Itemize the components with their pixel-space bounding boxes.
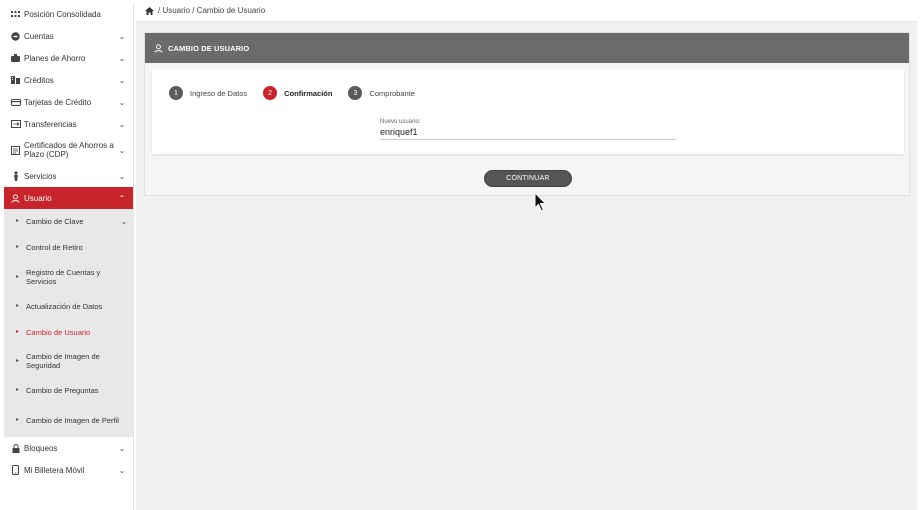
building-icon	[10, 75, 21, 86]
card-icon	[10, 97, 21, 108]
sidebar-item-posicion-consolidada[interactable]: Posición Consolidada	[4, 3, 133, 25]
submenu-item-registro-de-cuentas[interactable]: ▸ Registro de Cuentas y Servicios	[4, 261, 133, 293]
bullet-icon: ▸	[16, 273, 20, 280]
field-label: Nuevo usuario:	[380, 119, 421, 125]
step-confirmacion: 2 Confirmación	[263, 86, 332, 100]
panel-header: CAMBIO DE USUARIO	[145, 33, 909, 63]
sidebar-item-servicios[interactable]: Servicios ⌄	[4, 165, 133, 187]
bullet-icon: ▸	[16, 217, 20, 224]
submenu-item-label: Actualización de Datos	[26, 301, 103, 311]
submenu-item-cambio-de-imagen-de-seguridad[interactable]: ▸ Cambio de Imagen de Seguridad	[4, 345, 133, 377]
stepper: 1 Ingreso de Datos 2 Confirmación 3 Comp…	[169, 86, 431, 100]
bullet-icon: ▸	[16, 302, 20, 309]
bullet-icon: ▸	[16, 386, 20, 393]
chevron-down-icon: ⌄	[118, 145, 126, 155]
sidebar-item-label: Transferencias	[24, 119, 77, 129]
sidebar-item-transferencias[interactable]: Transferencias ⌄	[4, 113, 133, 135]
chevron-up-icon: ⌃	[118, 193, 126, 203]
bullet-icon: ▸	[16, 243, 20, 250]
bullet-icon: ▸	[16, 416, 20, 423]
submenu-item-label: Cambio de Imagen de Seguridad	[26, 352, 100, 370]
bullet-icon: ▸	[16, 328, 20, 335]
nuevo-usuario-value: enriquef1	[380, 127, 676, 140]
sidebar-item-label: Cuentas	[24, 31, 54, 41]
home-icon[interactable]	[145, 6, 154, 15]
continuar-button[interactable]: CONTINUAR	[484, 170, 572, 187]
user-icon	[154, 43, 163, 53]
sidebar-item-label: Usuario	[24, 193, 52, 203]
phone-icon	[10, 465, 21, 476]
sidebar-item-label: Bloqueos	[24, 443, 58, 453]
submenu-item-cambio-de-preguntas[interactable]: ▸ Cambio de Preguntas	[4, 377, 133, 403]
sidebar-item-planes-de-ahorro[interactable]: Planes de Ahorro ⌄	[4, 47, 133, 69]
sidebar-item-label: Mi Billetera Móvil	[24, 465, 85, 475]
certificate-icon	[10, 145, 21, 156]
chevron-down-icon: ⌄	[120, 216, 128, 226]
sidebar-item-cuentas[interactable]: Cuentas ⌄	[4, 25, 133, 47]
submenu-item-label: Registro de Cuentas y Servicios	[26, 268, 101, 286]
step-number: 1	[169, 86, 183, 100]
chevron-down-icon: ⌄	[118, 97, 126, 107]
sidebar-item-tarjetas-de-credito[interactable]: Tarjetas de Crédito ⌄	[4, 91, 133, 113]
panel-title: CAMBIO DE USUARIO	[168, 43, 250, 53]
usuario-submenu: ▸ Cambio de Clave ⌄ ▸ Control de Retiro …	[4, 209, 133, 437]
sidebar-item-label: Certificados de Ahorros a Plazo (CDP)	[24, 141, 114, 159]
sidebar-item-usuario[interactable]: Usuario ⌃	[4, 187, 133, 209]
submenu-item-control-de-retiro[interactable]: ▸ Control de Retiro	[4, 233, 133, 261]
submenu-item-cambio-de-imagen-de-perfil[interactable]: ▸ Cambio de Imagen de Perfil	[4, 403, 133, 437]
form-card: 1 Ingreso de Datos 2 Confirmación 3 Comp…	[152, 69, 904, 154]
chevron-down-icon: ⌄	[118, 443, 126, 453]
submenu-item-label: Control de Retiro	[26, 242, 83, 252]
submenu-item-label: Cambio de Preguntas	[26, 385, 99, 395]
sidebar: Posición Consolidada Cuentas ⌄ Planes de…	[4, 3, 134, 510]
sidebar-item-mi-billetera-movil[interactable]: Mi Billetera Móvil ⌄	[4, 459, 133, 481]
lock-icon	[10, 443, 21, 454]
step-number: 3	[348, 86, 363, 100]
submenu-item-actualizacion-de-datos[interactable]: ▸ Actualización de Datos	[4, 293, 133, 319]
sidebar-item-bloqueos[interactable]: Bloqueos ⌄	[4, 437, 133, 459]
sidebar-item-label: Planes de Ahorro	[24, 53, 86, 63]
transfer-icon	[10, 119, 21, 130]
main-content: / Usuario / Cambio de Usuario CAMBIO DE …	[136, 0, 917, 510]
chevron-down-icon: ⌄	[118, 171, 126, 181]
chevron-down-icon: ⌄	[118, 465, 126, 475]
chevron-down-icon: ⌄	[118, 31, 126, 41]
grid-icon	[10, 9, 21, 20]
sidebar-item-label: Tarjetas de Crédito	[24, 97, 92, 107]
user-icon	[10, 193, 21, 204]
step-number: 2	[263, 86, 278, 100]
mouse-cursor-icon	[534, 191, 548, 214]
bullet-icon: ▸	[16, 357, 20, 364]
breadcrumb: / Usuario / Cambio de Usuario	[136, 0, 917, 22]
chevron-down-icon: ⌄	[118, 53, 126, 63]
step-label: Ingreso de Datos	[190, 88, 248, 98]
service-icon	[10, 171, 21, 182]
step-label: Confirmación	[284, 88, 333, 98]
submenu-item-cambio-de-clave[interactable]: ▸ Cambio de Clave ⌄	[4, 209, 133, 233]
sidebar-item-label: Posición Consolidada	[24, 9, 101, 19]
sidebar-item-label: Servicios	[24, 171, 57, 181]
nuevo-usuario-field: Nuevo usuario: enriquef1	[380, 119, 676, 140]
chevron-down-icon: ⌄	[118, 75, 126, 85]
piggy-icon	[10, 53, 21, 64]
step-comprobante: 3 Comprobante	[348, 86, 415, 100]
chevron-down-icon: ⌄	[118, 119, 126, 129]
step-ingreso-de-datos: 1 Ingreso de Datos	[169, 86, 247, 100]
submenu-item-label: Cambio de Usuario	[26, 327, 91, 337]
sidebar-item-certificados[interactable]: Certificados de Ahorros a Plazo (CDP) ⌄	[4, 135, 133, 165]
cambio-usuario-panel: CAMBIO DE USUARIO 1 Ingreso de Datos 2 C…	[144, 32, 910, 196]
step-label: Comprobante	[369, 88, 415, 98]
submenu-item-label: Cambio de Imagen de Perfil	[26, 415, 119, 425]
submenu-item-cambio-de-usuario[interactable]: ▸ Cambio de Usuario	[4, 319, 133, 345]
sidebar-item-label: Créditos	[24, 75, 54, 85]
submenu-item-label: Cambio de Clave	[26, 216, 84, 226]
breadcrumb-path: / Usuario / Cambio de Usuario	[158, 6, 266, 15]
coin-icon	[10, 31, 21, 42]
sidebar-item-creditos[interactable]: Créditos ⌄	[4, 69, 133, 91]
